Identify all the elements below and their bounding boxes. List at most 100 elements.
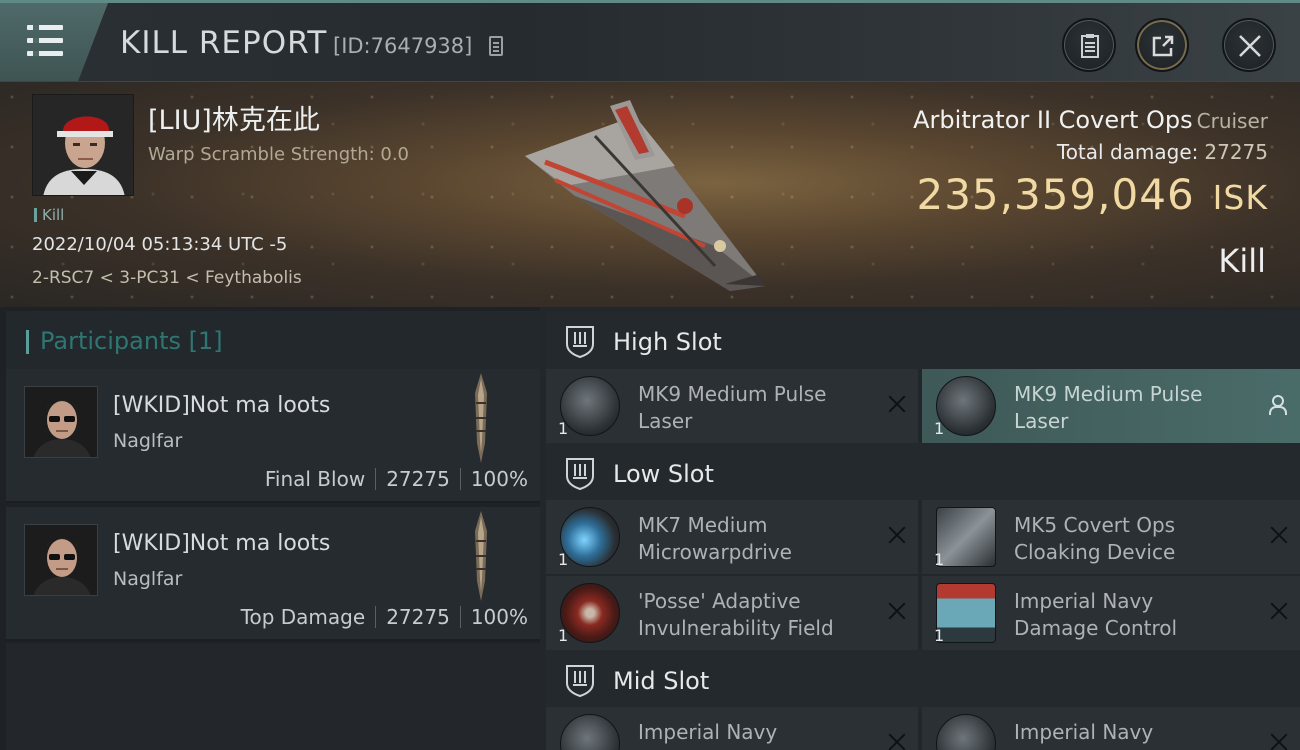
total-damage-value: 27275 xyxy=(1204,140,1268,164)
module-name: MK7 Medium Microwarpdrive xyxy=(638,513,792,564)
destroyed-icon xyxy=(888,602,906,620)
participants-empty-area xyxy=(6,643,540,750)
fitting-panel: High Slot 1 MK9 Medium Pulse Laser 1 MK9… xyxy=(540,307,1300,750)
participant-ship: Naglfar xyxy=(113,568,183,590)
module-name: Imperial Navy xyxy=(1014,720,1154,744)
participant-percent: 100% xyxy=(470,467,528,491)
module-name: 'Posse' Adaptive Invulnerability Field xyxy=(638,589,834,640)
participant-avatar xyxy=(24,386,98,458)
module-quantity: 1 xyxy=(934,419,945,438)
high-slot-icon xyxy=(566,326,594,358)
cloaking-device-icon xyxy=(936,507,996,567)
share-icon xyxy=(1152,35,1174,57)
ship-type: Arbitrator II Covert Ops xyxy=(913,106,1193,134)
module-item[interactable]: 1 MK9 Medium Pulse Laser xyxy=(546,369,918,443)
close-button[interactable] xyxy=(1222,18,1276,72)
result-label: Kill xyxy=(1218,242,1266,280)
low-slot-icon xyxy=(566,458,594,490)
person-icon xyxy=(1268,395,1287,415)
ship-name[interactable]: Arbitrator II Covert Ops Cruiser xyxy=(913,106,1268,134)
module-name: MK5 Covert Ops Cloaking Device xyxy=(1014,513,1176,564)
ship-render xyxy=(525,100,765,291)
participant-stats: Top Damage 27275 100% xyxy=(241,605,528,629)
participants-panel: Participants [1] [WKID]Not ma loots Nagl… xyxy=(0,307,540,750)
module-item[interactable]: Imperial Navy xyxy=(922,707,1300,750)
isk-unit: ISK xyxy=(1212,178,1268,217)
share-button[interactable] xyxy=(1135,18,1189,72)
module-quantity: 1 xyxy=(558,626,569,645)
low-slot-header: Low Slot xyxy=(546,443,1300,501)
participant-row[interactable]: [WKID]Not ma loots Naglfar Final Blow 272… xyxy=(6,369,540,503)
total-damage: Total damage: 27275 xyxy=(1057,140,1268,164)
participant-name[interactable]: [WKID]Not ma loots xyxy=(113,531,330,556)
weapon-icon xyxy=(475,373,487,463)
menu-icon-gap xyxy=(33,25,39,30)
mid-slot-icon xyxy=(566,665,594,697)
participant-row[interactable]: [WKID]Not ma loots Naglfar Top Damage 272… xyxy=(6,507,540,641)
module-item[interactable]: 1 MK5 Covert Ops Cloaking Device xyxy=(922,500,1300,574)
copy-icon[interactable] xyxy=(489,36,503,56)
participant-percent: 100% xyxy=(470,605,528,629)
mid-slot-label: Mid Slot xyxy=(613,667,710,695)
module-icon xyxy=(936,714,996,750)
low-slot-label: Low Slot xyxy=(613,460,714,488)
module-item[interactable]: 1 Imperial Navy Damage Control xyxy=(922,576,1300,650)
module-item[interactable]: 1 MK7 Medium Microwarpdrive xyxy=(546,500,918,574)
participant-role: Final Blow xyxy=(264,467,366,491)
menu-icon-gap xyxy=(33,38,39,43)
participant-avatar xyxy=(24,524,98,596)
page-title: KILL REPORT xyxy=(120,25,328,61)
high-slot-label: High Slot xyxy=(613,328,722,356)
warp-scramble-strength: Warp Scramble Strength: 0.0 xyxy=(148,144,410,165)
kill-location[interactable]: 2-RSC7 < 3-PC31 < Feythabolis xyxy=(32,268,302,288)
report-id: [ID:7647938] xyxy=(333,34,473,58)
module-item[interactable]: 1 'Posse' Adaptive Invulnerability Field xyxy=(546,576,918,650)
divider xyxy=(459,468,461,490)
module-icon xyxy=(560,714,620,750)
menu-button[interactable] xyxy=(0,3,108,82)
divider xyxy=(375,468,377,490)
participant-damage: 27275 xyxy=(386,605,450,629)
mid-slot-header: Mid Slot xyxy=(546,650,1300,708)
participants-header: Participants [1] xyxy=(6,311,540,369)
module-name: Imperial Navy xyxy=(638,720,778,744)
module-item[interactable]: 1 MK9 Medium Pulse Laser xyxy=(922,369,1300,443)
destroyed-icon xyxy=(1270,526,1288,544)
kill-tag: Kill xyxy=(34,206,64,224)
participant-damage: 27275 xyxy=(386,467,450,491)
participant-name[interactable]: [WKID]Not ma loots xyxy=(113,393,330,418)
participant-role: Top Damage xyxy=(240,605,366,629)
participants-title: Participants [1] xyxy=(40,327,223,355)
close-icon xyxy=(1239,35,1261,57)
header-accent-bar xyxy=(26,330,29,354)
module-item[interactable]: Imperial Navy xyxy=(546,707,918,750)
module-quantity: 1 xyxy=(934,550,945,569)
isk-amount: 235,359,046 xyxy=(916,170,1195,219)
ship-class: Cruiser xyxy=(1196,109,1268,133)
pulse-laser-icon xyxy=(936,376,996,436)
divider xyxy=(459,606,461,628)
menu-icon-gap xyxy=(33,51,39,56)
module-quantity: 1 xyxy=(558,550,569,569)
microwarpdrive-icon xyxy=(560,507,620,567)
isk-value: 235,359,046 ISK xyxy=(916,170,1268,219)
destroyed-icon xyxy=(888,733,906,750)
divider xyxy=(375,606,377,628)
victim-name[interactable]: [LIU]林克在此 xyxy=(148,98,320,137)
high-slot-header: High Slot xyxy=(546,311,1300,369)
notes-icon xyxy=(1081,34,1099,58)
destroyed-icon xyxy=(1270,733,1288,750)
participant-ship: Naglfar xyxy=(113,430,183,452)
weapon-icon xyxy=(475,511,487,601)
notes-button[interactable] xyxy=(1062,18,1116,72)
total-damage-label: Total damage: xyxy=(1056,140,1199,164)
module-name: Imperial Navy Damage Control xyxy=(1014,589,1178,640)
top-bar: KILL REPORT [ID:7647938] xyxy=(0,0,1300,82)
module-name: MK9 Medium Pulse Laser xyxy=(638,382,827,433)
victim-portrait xyxy=(32,94,134,196)
kill-datetime: 2022/10/04 05:13:34 UTC -5 xyxy=(32,234,288,255)
destroyed-icon xyxy=(888,526,906,544)
participant-stats: Final Blow 27275 100% xyxy=(265,467,528,491)
invulnerability-field-icon xyxy=(560,583,620,643)
module-quantity: 1 xyxy=(934,626,945,645)
